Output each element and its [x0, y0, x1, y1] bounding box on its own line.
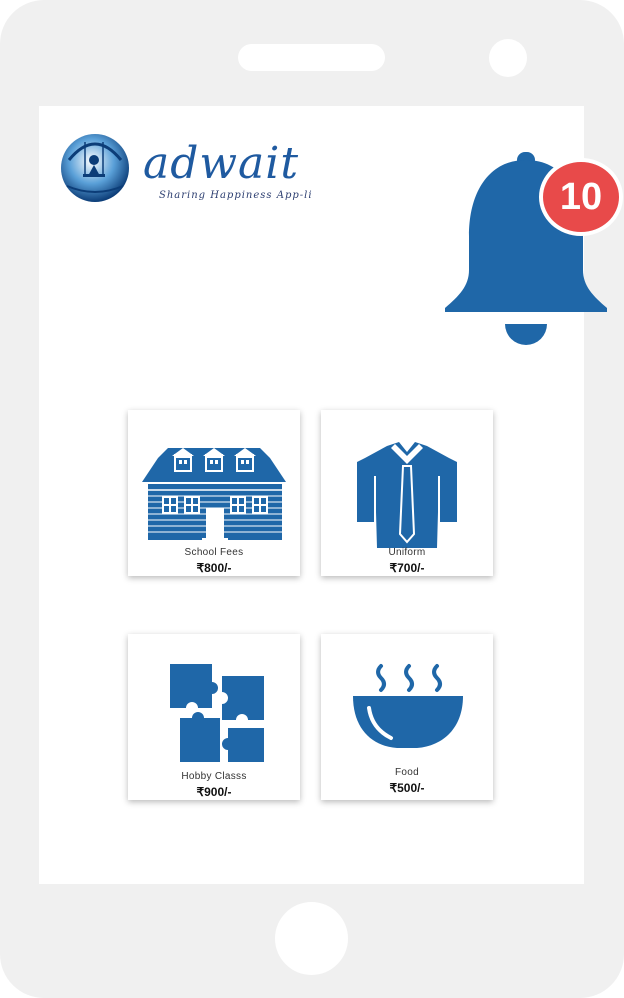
phone-frame: adwait Sharing Happiness App-li 10 Schoo…: [0, 0, 624, 998]
item-price: ₹900/-: [196, 785, 232, 799]
item-card-school-fees[interactable]: School Fees ₹800/-: [128, 410, 300, 576]
item-label: School Fees: [184, 547, 244, 558]
school-building-icon: [142, 448, 286, 541]
app-logo: adwait Sharing Happiness App-li: [59, 130, 319, 210]
phone-camera: [489, 39, 527, 77]
item-price: ₹800/-: [196, 561, 232, 575]
logo-wordmark: adwait: [143, 138, 300, 189]
item-price: ₹500/-: [389, 781, 425, 795]
puzzle-icon: [170, 664, 264, 762]
item-card-uniform[interactable]: Uniform ₹700/-: [321, 410, 493, 576]
item-label: Hobby Classs: [181, 771, 247, 782]
shirt-tie-icon: [357, 442, 457, 548]
phone-speaker: [238, 44, 385, 71]
home-button[interactable]: [275, 902, 348, 975]
notification-badge[interactable]: 10: [539, 158, 623, 236]
food-bowl-icon: [353, 664, 463, 748]
logo-tagline: Sharing Happiness App-li: [159, 190, 313, 201]
item-label: Uniform: [388, 547, 426, 558]
item-card-food[interactable]: Food ₹500/-: [321, 634, 493, 800]
item-price: ₹700/-: [389, 561, 425, 575]
item-card-hobby-classes[interactable]: Hobby Classs ₹900/-: [128, 634, 300, 800]
app-screen: adwait Sharing Happiness App-li 10 Schoo…: [39, 106, 623, 884]
logo-swing-icon: [61, 134, 129, 202]
item-label: Food: [395, 767, 419, 778]
